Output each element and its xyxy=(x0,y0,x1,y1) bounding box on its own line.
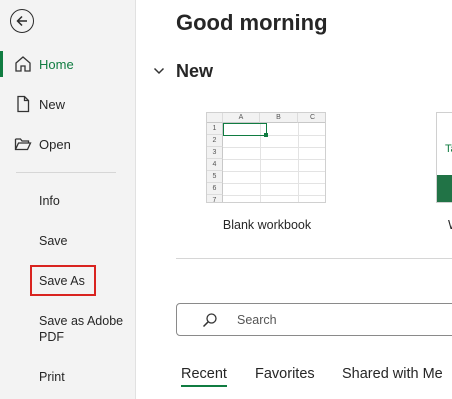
tab-shared-with-me[interactable]: Shared with Me xyxy=(342,366,443,382)
new-document-icon xyxy=(17,95,30,113)
row-header: 7 xyxy=(207,195,223,202)
sidebar-item-open[interactable]: Open xyxy=(0,126,136,162)
back-button[interactable] xyxy=(10,9,34,33)
sidebar-item-new[interactable]: New xyxy=(0,86,136,122)
sidebar-item-save-as-pdf[interactable]: Save as Adobe PDF xyxy=(39,313,125,345)
sidebar-item-print[interactable]: Print xyxy=(39,369,65,385)
sidebar-item-info[interactable]: Info xyxy=(39,193,60,209)
page-title: Good morning xyxy=(176,10,328,35)
sidebar-item-save[interactable]: Save xyxy=(39,233,68,249)
row-header: 5 xyxy=(207,171,223,183)
blank-workbook-label[interactable]: Blank workbook xyxy=(206,218,328,232)
search-placeholder: Search xyxy=(237,313,277,327)
template-thumbnail[interactable]: Ta xyxy=(436,112,452,203)
row-header: 4 xyxy=(207,159,223,171)
new-section-title: New xyxy=(176,61,214,81)
template-title-fragment: Ta xyxy=(445,143,452,155)
tab-favorites[interactable]: Favorites xyxy=(255,366,315,382)
grid-line xyxy=(223,183,325,184)
section-divider xyxy=(176,258,452,259)
fill-handle xyxy=(264,133,268,137)
search-input[interactable]: Search xyxy=(176,303,452,336)
column-header: C xyxy=(298,113,325,123)
grid-line xyxy=(223,147,325,148)
row-header: 2 xyxy=(207,135,223,147)
grid-line xyxy=(223,159,325,160)
corner-cell xyxy=(207,113,223,123)
grid-line xyxy=(298,123,299,202)
grid-line xyxy=(223,171,325,172)
blank-workbook-thumbnail[interactable]: A B C 1 2 3 4 5 6 7 xyxy=(206,112,326,203)
sidebar-item-label: Open xyxy=(39,136,71,152)
chevron-down-icon[interactable] xyxy=(152,64,166,78)
row-header: 3 xyxy=(207,147,223,159)
back-arrow-icon xyxy=(16,15,27,27)
open-folder-icon xyxy=(14,138,32,151)
home-icon xyxy=(15,56,31,72)
sidebar-item-label: New xyxy=(39,96,66,112)
row-header: 1 xyxy=(207,123,223,135)
save-as-highlight-box xyxy=(30,265,96,296)
search-icon xyxy=(202,313,217,328)
sidebar-item-home[interactable]: Home xyxy=(0,46,136,82)
template-label[interactable]: W xyxy=(448,218,452,232)
selected-cell xyxy=(223,123,267,136)
row-header: 6 xyxy=(207,183,223,195)
sidebar-divider xyxy=(16,172,116,173)
sidebar-item-label: Home xyxy=(39,56,74,72)
backstage-sidebar: Home New Open Info Save Save As Save as … xyxy=(0,0,136,399)
grid-line xyxy=(223,195,325,196)
tab-recent[interactable]: Recent xyxy=(181,366,227,387)
template-banner xyxy=(437,175,452,202)
column-header: A xyxy=(223,113,260,123)
column-header: B xyxy=(260,113,298,123)
